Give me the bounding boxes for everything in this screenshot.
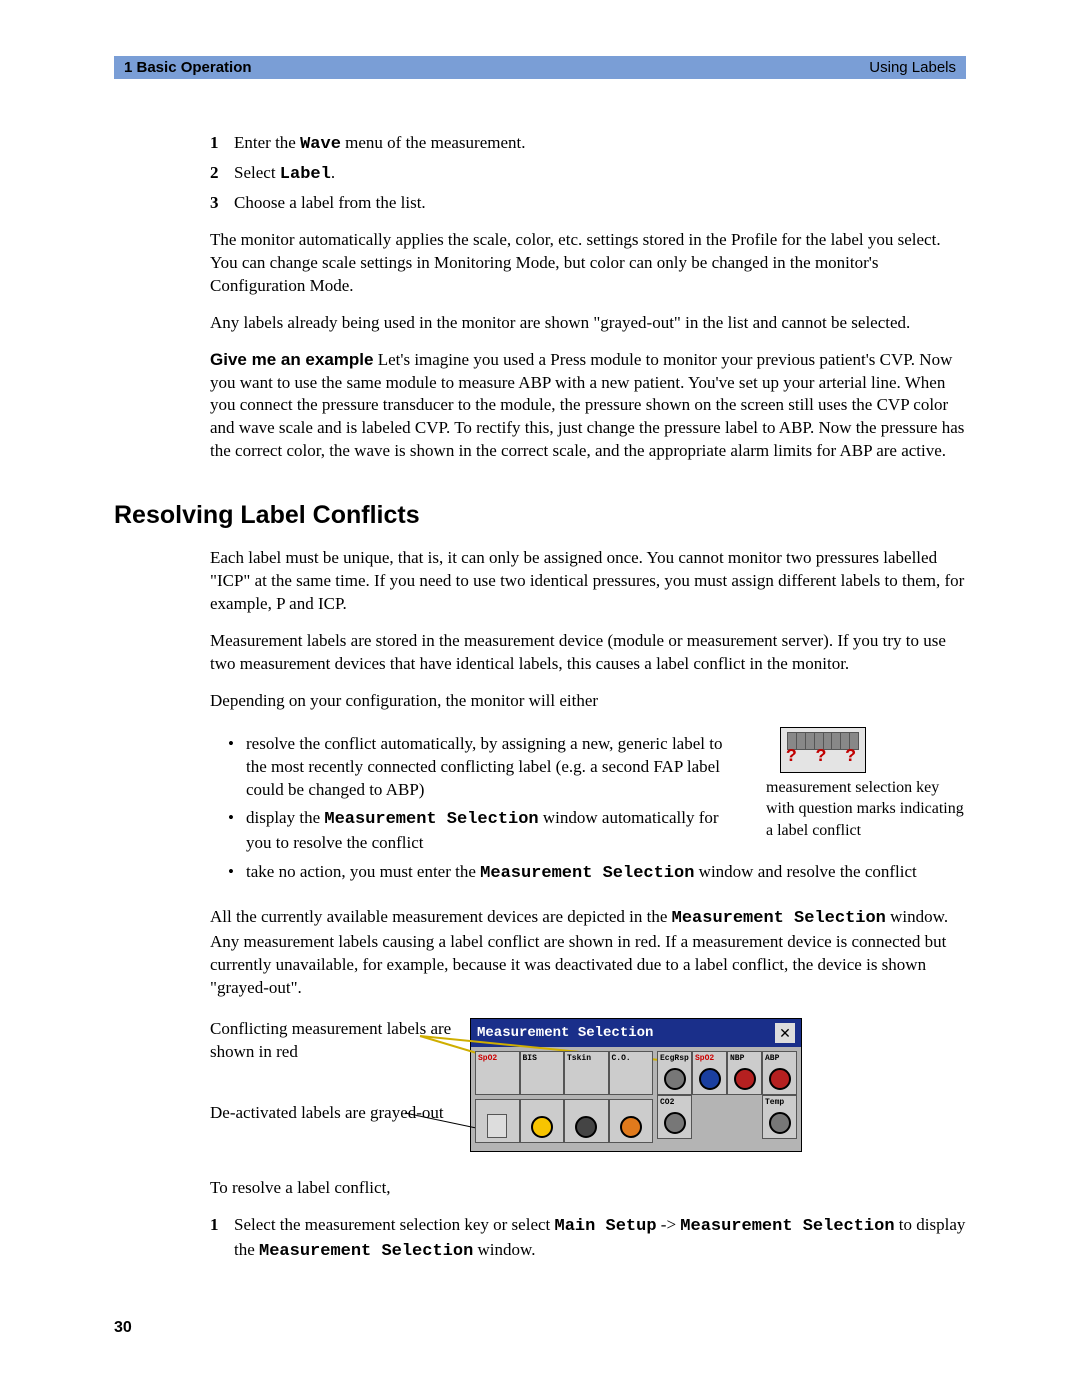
figure-annotations: Conflicting measurement labels are shown… <box>210 1018 470 1163</box>
bullet-item: • take no action, you must enter the Mea… <box>228 861 966 886</box>
header-chapter: 1 Basic Operation <box>124 59 252 76</box>
paragraph: Measurement labels are stored in the mea… <box>210 630 966 676</box>
window-titlebar: Measurement Selection ✕ <box>471 1019 801 1047</box>
module-socket[interactable] <box>609 1099 654 1143</box>
module-grayed[interactable] <box>475 1099 520 1143</box>
bullet-item: • resolve the conflict automatically, by… <box>228 733 742 802</box>
module-spo2[interactable]: SpO2 <box>475 1051 520 1095</box>
module-abp[interactable]: ABP <box>762 1051 797 1095</box>
figure-caption: measurement selection key with question … <box>766 777 966 842</box>
paragraph: Depending on your configuration, the mon… <box>210 690 966 713</box>
paragraph: To resolve a label conflict, <box>210 1177 966 1200</box>
annotation-red-labels: Conflicting measurement labels are shown… <box>210 1018 470 1064</box>
header-section: Using Labels <box>869 59 956 76</box>
paragraph: All the currently available measurement … <box>210 906 966 1000</box>
step-1: 1 Enter the Wave menu of the measurement… <box>210 132 966 157</box>
step-3: 3 Choose a label from the list. <box>210 192 966 215</box>
page-number: 30 <box>114 1319 132 1337</box>
resolve-step-1: 1 Select the measurement selection key o… <box>210 1214 966 1264</box>
header-bar: 1 Basic Operation Using Labels <box>114 56 966 79</box>
measurement-selection-key-icon: ? ? ? <box>780 727 866 773</box>
module-nbp[interactable]: NBP <box>727 1051 762 1095</box>
module-tskin[interactable]: Tskin <box>564 1051 609 1095</box>
annotation-grayed-out: De-activated labels are grayed-out <box>210 1102 470 1125</box>
question-marks-icon: ? ? ? <box>781 745 865 769</box>
page-content: 1 Enter the Wave menu of the measurement… <box>114 79 966 1264</box>
module-temp[interactable]: Temp <box>762 1095 797 1139</box>
window-title: Measurement Selection <box>477 1024 653 1043</box>
example-paragraph: Give me an example Let's imagine you use… <box>210 349 966 464</box>
module-spo2-right[interactable]: SpO2 <box>692 1051 727 1095</box>
section-heading: Resolving Label Conflicts <box>114 499 966 533</box>
measurement-selection-figure: Conflicting measurement labels are shown… <box>210 1018 966 1163</box>
paragraph: Any labels already being used in the mon… <box>210 312 966 335</box>
module-co[interactable]: C.O. <box>609 1051 654 1095</box>
close-icon[interactable]: ✕ <box>775 1023 795 1043</box>
page: 1 Basic Operation Using Labels 1 Enter t… <box>0 0 1080 1397</box>
paragraph: Each label must be unique, that is, it c… <box>210 547 966 616</box>
bullet-item: • display the Measurement Selection wind… <box>228 807 742 855</box>
module-co2[interactable]: CO2 <box>657 1095 692 1139</box>
module-ecgrsp[interactable]: EcgRsp <box>657 1051 692 1095</box>
paragraph: The monitor automatically applies the sc… <box>210 229 966 298</box>
step-2: 2 Select Label. <box>210 162 966 187</box>
module-socket[interactable] <box>564 1099 609 1143</box>
measurement-selection-window: Measurement Selection ✕ SpO2 BIS Tskin C… <box>470 1018 802 1152</box>
module-socket[interactable] <box>520 1099 565 1143</box>
module-bis[interactable]: BIS <box>520 1051 565 1095</box>
measurement-key-figure: ? ? ? measurement selection key with que… <box>766 727 966 842</box>
